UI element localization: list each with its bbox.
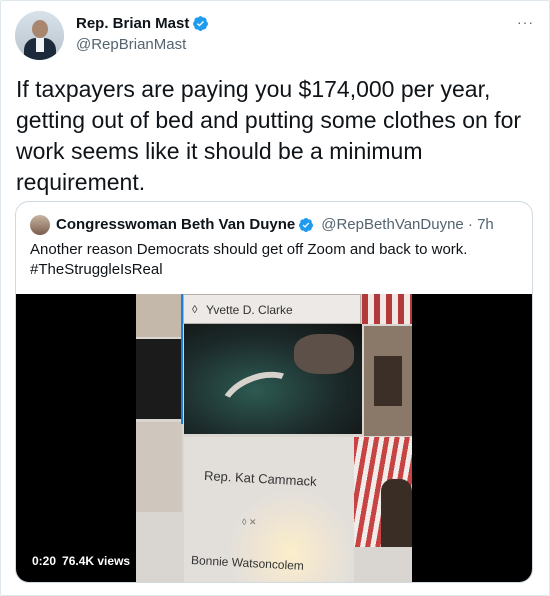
quoted-author-handle[interactable]: @RepBethVanDuyne · 7h (321, 216, 494, 233)
mic-icon: ◊ (192, 304, 198, 316)
author-handle[interactable]: @RepBrianMast (76, 36, 186, 53)
video-player[interactable]: ◊ Yvette D. Clarke Rep. Kat Cammack ◊ ✕ … (16, 294, 532, 582)
hashtag-link[interactable]: #TheStruggleIsReal (30, 260, 520, 280)
author-name-row[interactable]: Rep. Brian Mast (76, 15, 209, 32)
quoted-header: Congresswoman Beth Van Duyne @RepBethVan… (56, 216, 494, 233)
quoted-text: Another reason Democrats should get off … (30, 240, 520, 280)
author-avatar[interactable] (15, 11, 64, 60)
quoted-text-line: Another reason Democrats should get off … (30, 241, 468, 258)
quoted-author-name[interactable]: Congresswoman Beth Van Duyne (56, 216, 295, 233)
verified-badge-icon (193, 16, 209, 31)
video-frame: ◊ Yvette D. Clarke Rep. Kat Cammack ◊ ✕ … (136, 294, 412, 582)
quoted-tweet[interactable]: Congresswoman Beth Van Duyne @RepBethVan… (15, 201, 533, 583)
more-options-icon[interactable]: ··· (517, 14, 534, 30)
author-name[interactable]: Rep. Brian Mast (76, 15, 189, 32)
participant-label-tile: ◊ Yvette D. Clarke (183, 294, 361, 324)
video-views: 76.4K views (62, 554, 131, 568)
tweet-text: If taxpayers are paying you $174,000 per… (16, 76, 522, 195)
video-duration: 0:20 (32, 554, 57, 568)
video-stats: 0:20 76.4K views (32, 554, 130, 568)
quoted-author-avatar[interactable] (30, 215, 50, 235)
verified-badge-icon (299, 217, 314, 232)
participant-name-top: Yvette D. Clarke (206, 303, 293, 317)
